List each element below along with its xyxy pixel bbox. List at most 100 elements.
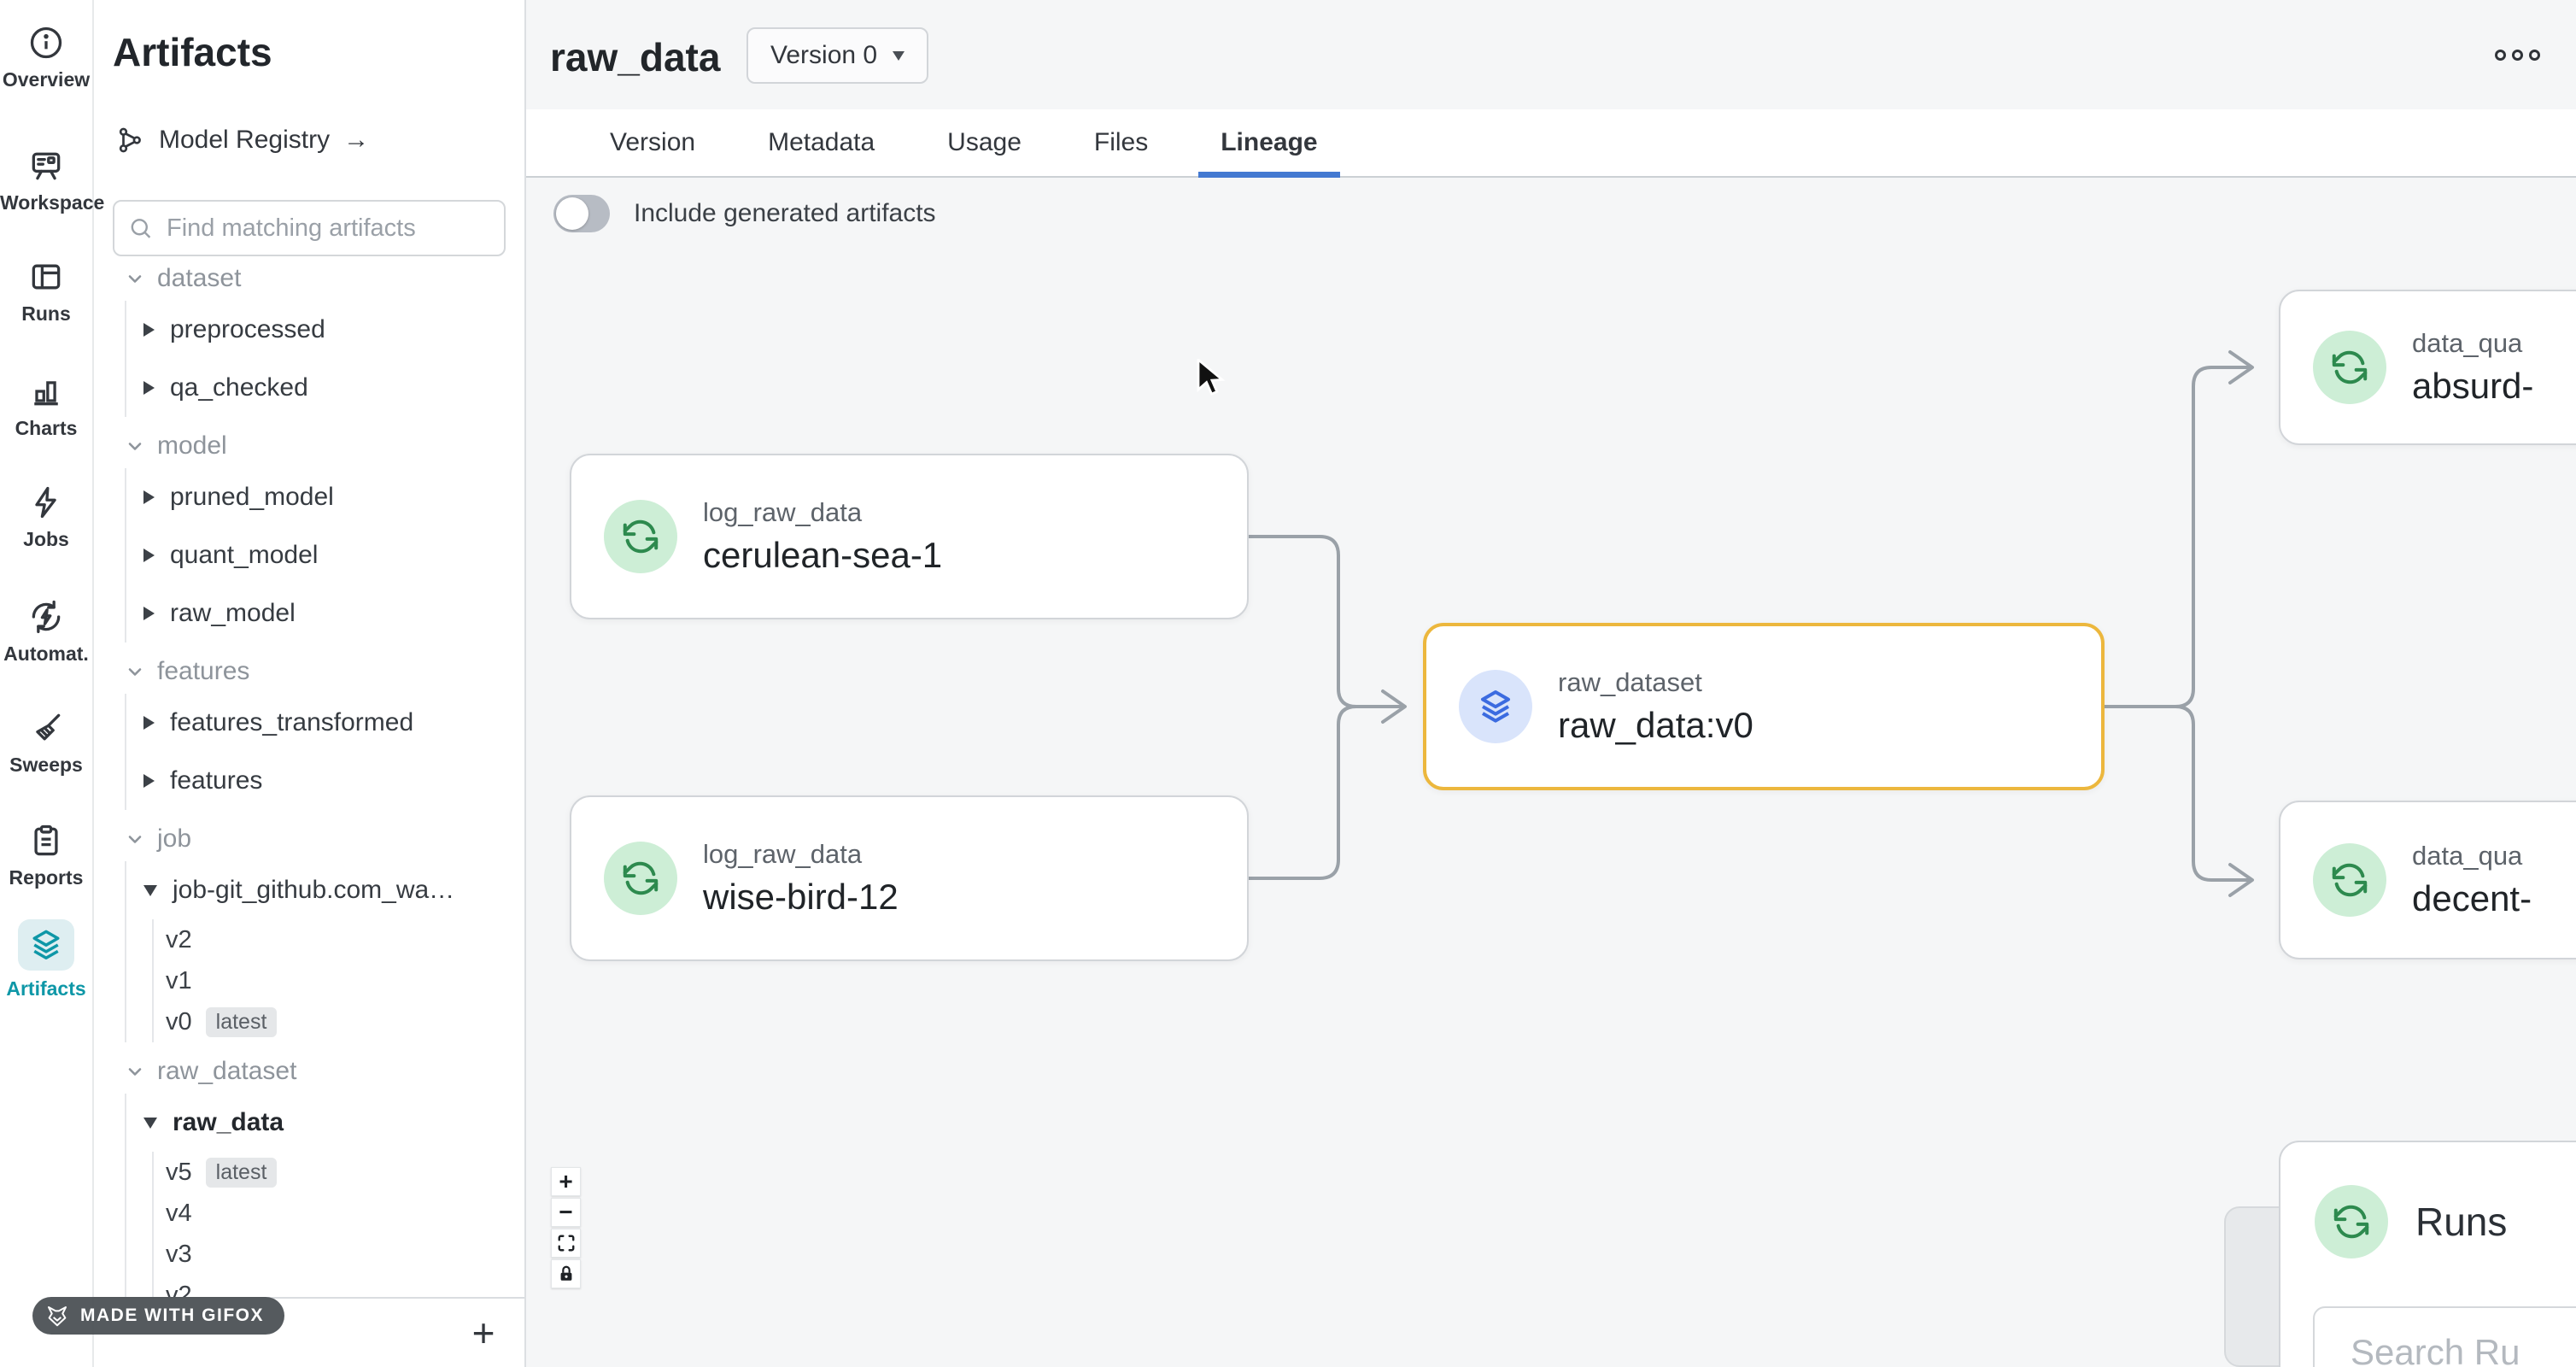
run-cycle-icon: [604, 500, 677, 573]
tree-section-raw-dataset[interactable]: raw_dataset: [125, 1049, 524, 1094]
app-window: Overview Workspace Runs Charts Jobs Auto…: [0, 0, 2576, 1367]
collapsed-triangle-icon: [143, 716, 155, 730]
fit-view-button[interactable]: [551, 1229, 581, 1258]
node-type-label: data_qua: [2412, 841, 2532, 871]
collapsed-triangle-icon: [143, 381, 155, 395]
tree-children: preprocessed qa_checked: [125, 301, 524, 417]
tree-children: features_transformed features: [125, 694, 524, 810]
runs-panel[interactable]: Runs: [2279, 1141, 2576, 1367]
tree-item-job-git[interactable]: job-git_github.com_wa…: [143, 861, 524, 919]
tree-item-qa-checked[interactable]: qa_checked: [143, 359, 524, 417]
rail-label: Artifacts: [0, 977, 92, 1000]
tab-version[interactable]: Version: [588, 109, 717, 176]
artifact-search-input[interactable]: [165, 214, 490, 243]
rail-label: Automat.: [0, 642, 92, 666]
version-list: v2 v1 v0latest: [152, 919, 524, 1042]
version-row-v4[interactable]: v4: [166, 1193, 524, 1234]
lineage-node-run-decent[interactable]: data_qua decent-: [2279, 801, 2576, 959]
broom-icon: [27, 709, 65, 747]
collapsed-triangle-icon: [143, 607, 155, 620]
collapsed-triangle-icon: [143, 323, 155, 337]
tab-usage[interactable]: Usage: [925, 109, 1044, 176]
tree-section-job[interactable]: job: [125, 817, 524, 861]
node-type-label: log_raw_data: [703, 839, 899, 870]
version-row-v5[interactable]: v5 latest: [166, 1152, 524, 1193]
latest-badge: latest: [206, 1158, 278, 1188]
run-cycle-icon: [2315, 1185, 2388, 1258]
tree-item-features[interactable]: features: [143, 752, 524, 810]
zoom-out-button[interactable]: −: [551, 1198, 581, 1227]
gifox-watermark-badge: MADE WITH GIFOX: [32, 1297, 284, 1335]
rail-item-automations[interactable]: Automat.: [0, 598, 92, 666]
runs-search-input[interactable]: [2349, 1331, 2576, 1367]
lineage-node-run-cerulean[interactable]: log_raw_data cerulean-sea-1: [570, 454, 1249, 619]
tree-item-raw-model[interactable]: raw_model: [143, 584, 524, 642]
overflow-menu-button[interactable]: [2495, 50, 2540, 61]
tree-item-label: features_transformed: [170, 708, 413, 737]
artifacts-sidebar: Artifacts Model Registry → dataset prepr…: [94, 0, 526, 1367]
lineage-node-run-absurd[interactable]: data_qua absurd-: [2279, 290, 2576, 445]
header-band: raw_data Version 0: [526, 0, 2576, 109]
version-label: v4: [166, 1200, 192, 1228]
tree-item-pruned-model[interactable]: pruned_model: [143, 468, 524, 526]
tree-section-label: model: [157, 431, 227, 461]
version-row-v2[interactable]: v2: [166, 919, 524, 960]
lineage-node-run-wise[interactable]: log_raw_data wise-bird-12: [570, 795, 1249, 961]
rail-label: Overview: [0, 68, 92, 91]
latest-badge: latest: [206, 1007, 278, 1037]
rail-item-artifacts[interactable]: Artifacts: [0, 919, 92, 1000]
icon-rail: Overview Workspace Runs Charts Jobs Auto…: [0, 0, 94, 1367]
chevron-down-icon: [125, 436, 145, 456]
rail-item-overview[interactable]: Overview: [0, 24, 92, 91]
version-row-v0[interactable]: v0latest: [166, 1001, 524, 1042]
tree-section-dataset[interactable]: dataset: [125, 256, 524, 301]
fox-icon: [44, 1303, 70, 1329]
version-label: v5: [166, 1159, 192, 1187]
layers-icon: [27, 926, 65, 964]
rail-item-jobs[interactable]: Jobs: [0, 484, 92, 551]
tab-lineage[interactable]: Lineage: [1198, 109, 1339, 176]
lineage-node-artifact-raw-data-v0[interactable]: raw_dataset raw_data:v0: [1423, 623, 2105, 790]
tab-metadata[interactable]: Metadata: [746, 109, 897, 176]
node-name-label: absurd-: [2412, 366, 2533, 407]
add-artifact-button[interactable]: +: [460, 1309, 507, 1357]
workspace-icon: [27, 147, 65, 185]
expanded-triangle-icon: [143, 885, 157, 896]
tree-section-label: dataset: [157, 264, 241, 293]
menu-dot-icon: [2512, 50, 2523, 61]
run-cycle-icon: [2313, 843, 2386, 917]
bar-chart-icon: [27, 373, 65, 410]
node-name-label: wise-bird-12: [703, 877, 899, 918]
tree-item-label: features: [170, 766, 262, 795]
rail-item-charts[interactable]: Charts: [0, 373, 92, 440]
version-list: v5latest v4 v3 v2: [152, 1152, 524, 1307]
tab-files[interactable]: Files: [1072, 109, 1170, 176]
rail-item-sweeps[interactable]: Sweeps: [0, 709, 92, 777]
lock-icon: [557, 1264, 576, 1283]
version-label: v3: [166, 1241, 192, 1269]
version-row-v3[interactable]: v3: [166, 1234, 524, 1275]
table-icon: [27, 258, 65, 296]
version-row-v1[interactable]: v1: [166, 960, 524, 1001]
tab-label: Usage: [947, 128, 1022, 157]
rail-item-workspace[interactable]: Workspace: [0, 147, 92, 214]
rail-label: Charts: [0, 417, 92, 440]
tree-item-label: raw_data: [173, 1108, 284, 1137]
model-registry-arrow: →: [343, 126, 369, 155]
include-generated-toggle[interactable]: [553, 195, 610, 232]
tree-section-model[interactable]: model: [125, 424, 524, 468]
tree-item-label: qa_checked: [170, 373, 308, 402]
rail-item-runs[interactable]: Runs: [0, 258, 92, 326]
model-registry-link[interactable]: Model Registry →: [114, 125, 369, 155]
lock-view-button[interactable]: [551, 1259, 581, 1288]
tree-item-preprocessed[interactable]: preprocessed: [143, 301, 524, 359]
rail-item-reports[interactable]: Reports: [0, 822, 92, 889]
tree-item-quant-model[interactable]: quant_model: [143, 526, 524, 584]
zoom-in-button[interactable]: +: [551, 1167, 581, 1196]
tree-section-features[interactable]: features: [125, 649, 524, 694]
clipboard-icon: [27, 822, 65, 860]
version-dropdown-button[interactable]: Version 0: [746, 27, 928, 84]
tree-item-features-transformed[interactable]: features_transformed: [143, 694, 524, 752]
chevron-down-icon: [125, 1061, 145, 1082]
tree-item-raw-data[interactable]: raw_data: [143, 1094, 524, 1152]
